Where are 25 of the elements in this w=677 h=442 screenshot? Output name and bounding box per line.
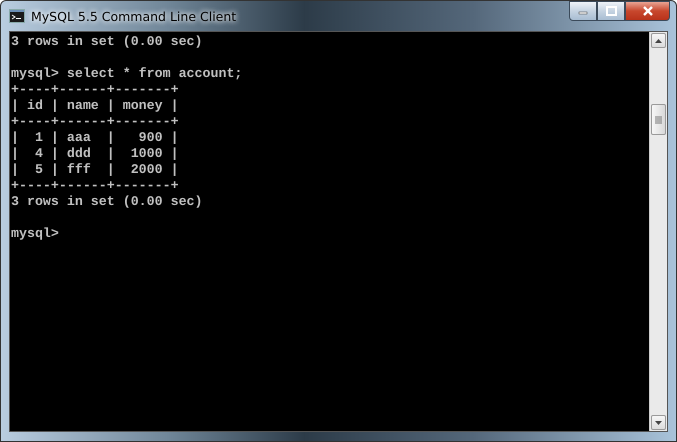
- console-line: +----+------+-------+: [11, 114, 180, 130]
- close-button[interactable]: [625, 1, 670, 21]
- console-line: +----+------+-------+: [11, 82, 180, 98]
- console-line: | 4 | ddd | 1000 |: [11, 146, 180, 162]
- window-title: MySQL 5.5 Command Line Client: [31, 8, 238, 24]
- console-line: | id | name | money |: [11, 98, 180, 114]
- console-line: | 1 | aaa | 900 |: [11, 130, 180, 146]
- down-arrow-icon: [655, 420, 662, 424]
- console-line: mysql> select * from account;: [11, 66, 244, 82]
- console-icon: [9, 9, 25, 23]
- up-arrow-icon: [655, 38, 662, 42]
- minimize-button[interactable]: [569, 1, 597, 21]
- console-line: 3 rows in set (0.00 sec): [11, 34, 204, 50]
- scroll-thumb[interactable]: [651, 104, 666, 135]
- console-line: 3 rows in set (0.00 sec): [11, 194, 204, 210]
- console-line: | 5 | fff | 2000 |: [11, 162, 180, 178]
- close-icon: [642, 6, 654, 16]
- scroll-down-button[interactable]: [651, 415, 666, 430]
- grip-icon: [655, 116, 662, 124]
- scrollbar[interactable]: [649, 32, 667, 431]
- maximize-button[interactable]: [597, 1, 625, 21]
- scroll-up-button[interactable]: [651, 33, 666, 48]
- maximize-icon: [606, 6, 616, 16]
- console-line: +----+------+-------+: [11, 178, 180, 194]
- console-line: mysql>: [11, 226, 60, 242]
